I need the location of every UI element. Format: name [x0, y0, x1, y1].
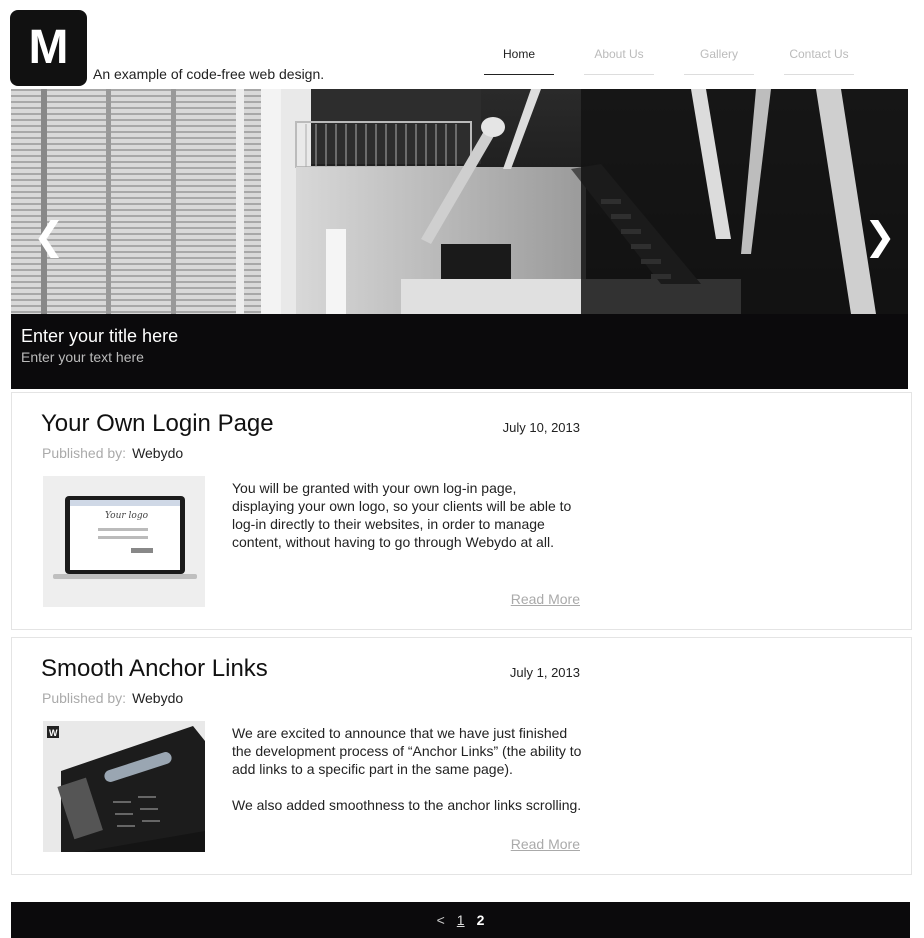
post-body: You will be granted with your own log-in… [232, 480, 572, 550]
published-label: Published by: [42, 690, 127, 706]
nav-contact-us[interactable]: Contact Us [784, 46, 854, 75]
published-label: Published by: [42, 445, 127, 461]
post-body: We are excited to announce that we have … [232, 724, 582, 814]
logo-letter: M [28, 21, 69, 74]
post-thumbnail[interactable]: Your logo [43, 476, 205, 607]
main-nav: Home About Us Gallery Contact Us [484, 46, 854, 75]
read-more-link[interactable]: Read More [511, 591, 580, 607]
post-paragraph: We are excited to announce that we have … [232, 725, 582, 777]
pagination-prev[interactable]: < [437, 912, 445, 928]
slider-next-arrow[interactable]: ❯ [864, 217, 896, 255]
hero-slider: ❮ ❯ Enter your title here Enter your tex… [11, 89, 908, 389]
nav-about-us[interactable]: About Us [584, 46, 654, 75]
webydo-mark: W [49, 728, 58, 738]
site-tagline: An example of code-free web design. [93, 66, 325, 82]
pagination-page-2[interactable]: 2 [477, 912, 485, 928]
pagination-page-1[interactable]: 1 [457, 912, 465, 928]
blog-post: Smooth Anchor Links July 1, 2013 Publish… [11, 637, 912, 875]
post-paragraph: We also added smoothness to the anchor l… [232, 797, 582, 813]
slider-caption: Enter your title here Enter your text he… [11, 314, 908, 389]
post-meta: Published by: Webydo [42, 445, 183, 461]
read-more-link[interactable]: Read More [511, 836, 580, 852]
chevron-left-icon: ❮ [33, 214, 65, 258]
post-author: Webydo [132, 445, 184, 461]
slider-text: Enter your text here [21, 349, 144, 365]
post-thumbnail[interactable]: W [43, 721, 205, 852]
slider-prev-arrow[interactable]: ❮ [33, 217, 65, 255]
site-logo[interactable]: M [10, 10, 87, 86]
chevron-right-icon: ❯ [864, 214, 896, 258]
blog-post: Your Own Login Page July 10, 2013 Publis… [11, 392, 912, 630]
pagination: < 1 2 [11, 902, 910, 938]
post-date: July 1, 2013 [509, 665, 580, 680]
hero-image [11, 89, 908, 314]
post-title[interactable]: Smooth Anchor Links [41, 655, 268, 683]
post-meta: Published by: Webydo [42, 690, 183, 706]
logo-placeholder: Your logo [105, 511, 149, 521]
nav-home[interactable]: Home [484, 46, 554, 75]
nav-gallery[interactable]: Gallery [684, 46, 754, 75]
post-date: July 10, 2013 [502, 420, 580, 435]
post-title[interactable]: Your Own Login Page [41, 410, 274, 438]
slider-title: Enter your title here [21, 326, 179, 346]
post-author: Webydo [132, 690, 184, 706]
